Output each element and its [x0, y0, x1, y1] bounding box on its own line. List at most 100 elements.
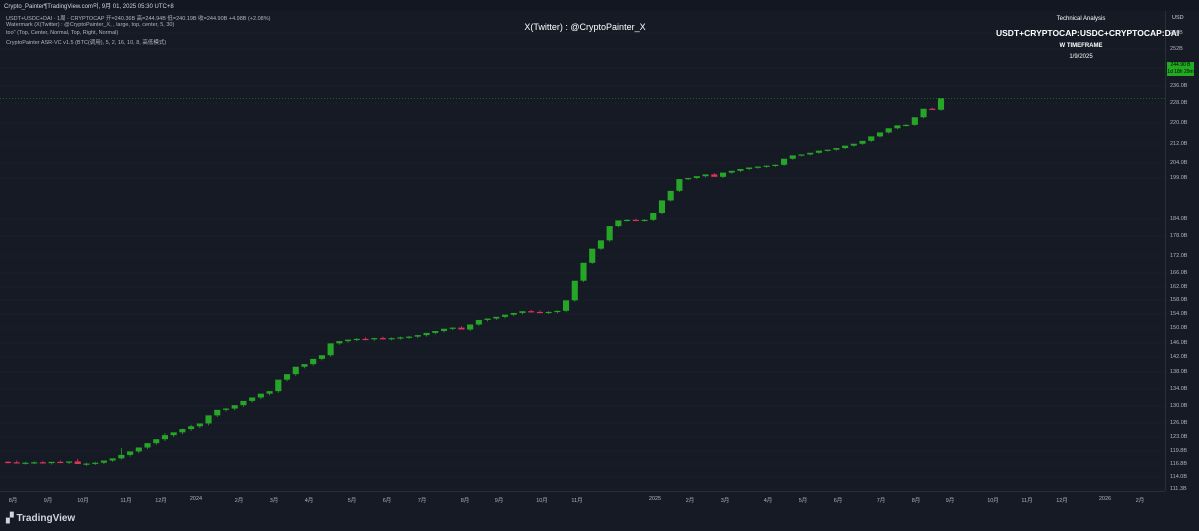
- candle-body-25: [222, 408, 230, 410]
- symbol-legend[interactable]: USDT+USDC+DAI · 1周 · CRYPTOCAP 开=240.36B…: [6, 14, 270, 22]
- candle-body-38: [336, 341, 343, 344]
- candle-body-84: [737, 169, 744, 171]
- candle-14: [127, 451, 134, 457]
- label-indicator-legend[interactable]: too" (Top, Center, Normal, Top, Right, N…: [6, 30, 118, 36]
- candle-97: [850, 143, 857, 147]
- candle-10: [92, 461, 99, 465]
- candle-body-7: [65, 461, 73, 463]
- candle-106: [929, 107, 936, 110]
- time-tick-12: 8月: [460, 498, 470, 504]
- time-tick-14: 10月: [536, 498, 548, 504]
- candle-8: [74, 458, 81, 464]
- candle-100: [876, 132, 884, 138]
- technical-analysis-box: Technical Analysis USDT+CRYPTOCAP:USDC+C…: [996, 16, 1179, 60]
- chart-caption: Crypto_Painter¶TradingView.com의, 9月 01, …: [4, 4, 174, 10]
- time-tick-29: 2月: [1135, 498, 1145, 504]
- candle-103: [903, 124, 910, 127]
- time-tick-7: 3月: [269, 498, 279, 504]
- tradingview-logo[interactable]: ▞ TradingView: [6, 513, 75, 524]
- candle-32: [283, 374, 291, 382]
- candle-34: [301, 364, 308, 369]
- candle-body-100: [876, 132, 884, 137]
- footer: [0, 506, 1199, 531]
- candle-body-37: [327, 343, 334, 356]
- candle-89: [780, 158, 788, 166]
- candle-4: [39, 460, 46, 464]
- candle-19: [170, 432, 177, 437]
- candle-body-54: [475, 319, 482, 325]
- candle-101: [885, 128, 892, 134]
- time-tick-15: 11月: [571, 498, 583, 504]
- candle-92: [807, 152, 814, 156]
- candle-12: [109, 458, 116, 462]
- candle-6: [57, 460, 64, 464]
- candle-body-64: [563, 300, 570, 311]
- candle-body-1: [13, 462, 20, 464]
- last-price-value: 244.90 B: [1170, 62, 1191, 68]
- candle-body-91: [798, 154, 805, 156]
- candle-body-97: [850, 143, 857, 146]
- candle-body-60: [528, 311, 535, 313]
- candle-body-78: [685, 178, 692, 180]
- candle-body-30: [266, 391, 273, 394]
- candle-56: [493, 316, 500, 320]
- candle-body-98: [859, 140, 866, 144]
- ta-title: Technical Analysis: [1056, 16, 1106, 22]
- candle-71: [624, 219, 631, 222]
- candle-43: [379, 336, 386, 340]
- candle-65: [571, 280, 578, 302]
- candle-body-26: [231, 405, 238, 409]
- candlestick-plot: [0, 32, 1165, 490]
- candle-body-33: [292, 366, 299, 375]
- candle-62: [545, 311, 552, 314]
- candle-78: [685, 178, 692, 181]
- candle-84: [737, 169, 744, 172]
- candle-body-35: [310, 358, 317, 365]
- candle-body-10: [92, 462, 99, 464]
- candle-body-68: [597, 240, 604, 249]
- candle-body-48: [423, 332, 430, 336]
- asr-indicator-legend[interactable]: CryptoPainter ASR-VC v1.5 (BTC(调用), 5, 2…: [6, 38, 166, 46]
- candle-90: [789, 155, 796, 160]
- candle-67: [589, 248, 596, 264]
- candle-42: [371, 337, 378, 341]
- candle-46: [406, 335, 413, 339]
- candle-body-85: [746, 167, 753, 169]
- candle-body-51: [449, 327, 456, 329]
- candle-body-45: [397, 337, 404, 339]
- candle-body-92: [807, 152, 814, 155]
- candle-107: [937, 98, 945, 111]
- price-tick-9: 184.0B: [1170, 216, 1188, 222]
- time-tick-23: 8月: [911, 498, 921, 504]
- candle-3: [31, 461, 38, 464]
- currency-label[interactable]: USD: [1172, 15, 1184, 21]
- candle-23: [205, 415, 212, 426]
- candle-74: [650, 212, 657, 221]
- candle-105: [920, 108, 927, 119]
- candle-body-80: [702, 174, 709, 177]
- candle-36: [318, 355, 325, 361]
- time-tick-9: 5月: [347, 498, 357, 504]
- price-tick-16: 150.0B: [1170, 325, 1188, 331]
- candle-body-65: [571, 280, 578, 301]
- candle-70: [615, 220, 622, 228]
- candle-body-9: [83, 463, 90, 465]
- candle-body-76: [667, 190, 674, 201]
- candle-body-87: [763, 165, 770, 167]
- candle-body-18: [161, 435, 169, 440]
- candle-7: [65, 461, 73, 464]
- price-tick-24: 119.8B: [1170, 448, 1188, 454]
- time-tick-25: 10月: [987, 498, 999, 504]
- watermark-indicator-legend[interactable]: Watermark (X(Twitter) : @CryptoPainter_X…: [6, 22, 174, 28]
- candle-body-46: [406, 336, 413, 338]
- time-tick-18: 3月: [720, 498, 730, 504]
- time-tick-16: 2025: [648, 496, 662, 502]
- candle-80: [702, 174, 709, 178]
- candle-21: [188, 424, 195, 431]
- candle-body-93: [815, 150, 822, 153]
- candle-76: [667, 190, 674, 202]
- time-tick-28: 2026: [1098, 496, 1112, 502]
- candle-body-29: [257, 393, 264, 398]
- candle-body-83: [728, 170, 735, 173]
- candle-0: [4, 460, 12, 464]
